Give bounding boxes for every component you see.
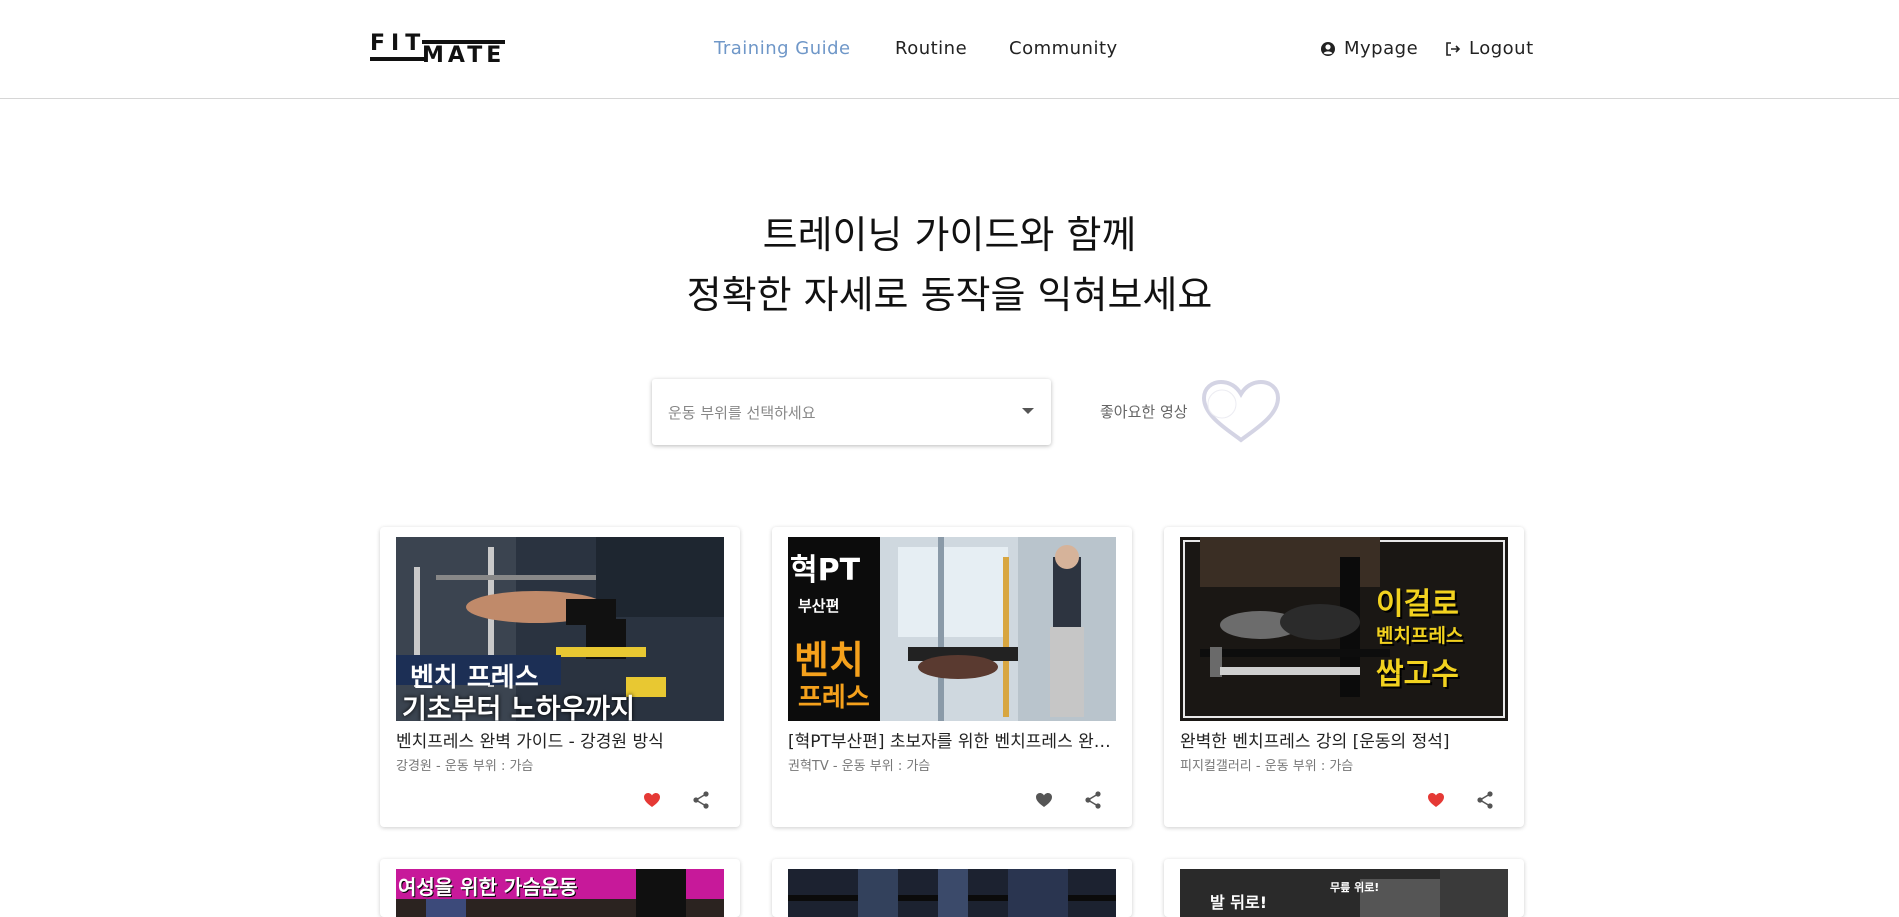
nav-routine[interactable]: Routine [895, 38, 967, 59]
video-thumbnail[interactable]: 여성을 위한 가슴운동 [396, 869, 724, 917]
body-part-select[interactable]: 운동 부위를 선택하세요 [652, 379, 1051, 445]
logout-link[interactable]: Logout [1445, 38, 1534, 59]
heart-icon[interactable] [642, 790, 662, 810]
hero-line-1: 트레이닝 가이드와 함께 [762, 213, 1137, 257]
top-navigation-bar: FIT MATE Training Guide Routine Communit… [0, 0, 1899, 99]
video-thumbnail[interactable]: 발 뒤로! 무릎 위로! [1180, 869, 1508, 917]
video-card: 벤치 프레스 기초부터 노하우까지 벤치프레스 완벽 가이드 - 강경원 방식 … [380, 527, 740, 827]
heart-icon[interactable] [1426, 790, 1446, 810]
liked-videos-heart-toggle[interactable] [1198, 378, 1284, 446]
thumbnail-text: 여성을 위한 가슴운동 [398, 875, 578, 899]
logout-label: Logout [1469, 38, 1534, 59]
thumbnail-text: 프레스 [798, 683, 870, 713]
video-title[interactable]: 벤치프레스 완벽 가이드 - 강경원 방식 [396, 727, 724, 752]
video-thumbnail[interactable] [788, 869, 1116, 917]
nav-training-guide[interactable]: Training Guide [714, 38, 851, 59]
hero-heading: 트레이닝 가이드와 함께 정확한 자세로 동작을 익혀보세요 [0, 205, 1899, 325]
dropdown-caret-icon [1022, 408, 1034, 414]
body-part-select-placeholder: 운동 부위를 선택하세요 [668, 404, 816, 422]
thumbnail-text: 발 뒤로! [1210, 893, 1268, 912]
account-circle-icon [1321, 41, 1335, 56]
mypage-link[interactable]: Mypage [1320, 38, 1418, 59]
thumbnail-text: 기초부터 노하우까지 [402, 694, 635, 721]
thumbnail-image [788, 869, 1116, 917]
video-meta: 피지컬갤러리 - 운동 부위 : 가슴 [1180, 759, 1354, 774]
thumbnail-text: 혁PT [790, 553, 861, 588]
logout-icon [1446, 41, 1461, 56]
thumbnail-text: 쌉고수 [1376, 657, 1459, 692]
video-title[interactable]: 완벽한 벤치프레스 강의 [운동의 정석] [1180, 727, 1508, 752]
share-icon[interactable] [1083, 790, 1103, 810]
liked-videos-label: 좋아요한 영상 [1100, 403, 1188, 421]
toggle-knob [1207, 389, 1237, 419]
thumbnail-text: 무릎 위로! [1330, 881, 1380, 894]
video-meta: 강경원 - 운동 부위 : 가슴 [396, 759, 534, 774]
video-title[interactable]: [혁PT부산편] 초보자를 위한 벤치프레스 완벽 가이드 [788, 727, 1116, 752]
fitmate-logo[interactable]: FIT MATE [370, 30, 506, 67]
share-icon[interactable] [1475, 790, 1495, 810]
thumbnail-text: 벤치 [794, 638, 864, 682]
video-meta: 권혁TV - 운동 부위 : 가슴 [788, 759, 931, 774]
thumbnail-text: 부산편 [798, 597, 840, 615]
video-thumbnail[interactable]: 혁PT 부산편 벤치 프레스 [788, 537, 1116, 721]
logo-text-fit: FIT [370, 33, 427, 61]
video-thumbnail[interactable]: 벤치 프레스 기초부터 노하우까지 [396, 537, 724, 721]
share-icon[interactable] [691, 790, 711, 810]
heart-icon[interactable] [1034, 790, 1054, 810]
video-card: 이걸로 벤치프레스 쌉고수 완벽한 벤치프레스 강의 [운동의 정석] 피지컬갤… [1164, 527, 1524, 827]
thumbnail-text: 이걸로 [1376, 587, 1459, 622]
logo-text-mate: MATE [422, 40, 506, 67]
video-card [772, 859, 1132, 917]
hero-line-2: 정확한 자세로 동작을 익혀보세요 [686, 273, 1213, 317]
nav-community[interactable]: Community [1009, 38, 1118, 59]
video-card: 혁PT 부산편 벤치 프레스 [혁PT부산편] 초보자를 위한 벤치프레스 완벽… [772, 527, 1132, 827]
thumbnail-text: 벤치프레스 [1376, 625, 1464, 647]
video-thumbnail[interactable]: 이걸로 벤치프레스 쌉고수 [1180, 537, 1508, 721]
video-card: 여성을 위한 가슴운동 [380, 859, 740, 917]
video-card: 발 뒤로! 무릎 위로! [1164, 859, 1524, 917]
mypage-label: Mypage [1344, 38, 1419, 59]
